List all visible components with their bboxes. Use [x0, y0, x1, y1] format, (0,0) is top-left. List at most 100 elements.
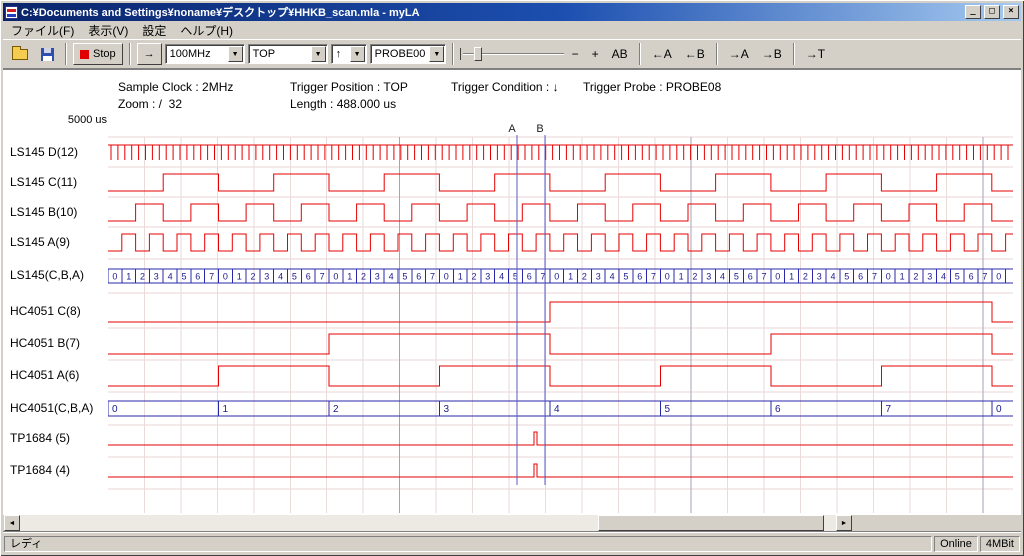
- svg-text:3: 3: [264, 271, 269, 281]
- channel-label-5: LS145(C,B,A): [10, 268, 84, 282]
- trigger-position-text: Trigger Position : TOP: [290, 80, 408, 94]
- trigger-edge-select[interactable]: ↑ ▼: [331, 44, 367, 64]
- trigger-position-select[interactable]: TOP ▼: [248, 44, 328, 64]
- zoom-slider[interactable]: [460, 44, 564, 64]
- chevron-down-icon[interactable]: ▼: [228, 46, 243, 62]
- save-button[interactable]: [36, 43, 59, 65]
- goto-marker-a-right-button[interactable]: →A: [724, 43, 754, 65]
- svg-text:1: 1: [126, 271, 131, 281]
- scroll-thumb[interactable]: [598, 515, 824, 531]
- channel-label-column: LS145 D(12)LS145 C(11)LS145 B(10)LS145 A…: [3, 70, 108, 515]
- probe-value: PROBE00: [371, 48, 430, 60]
- svg-text:1: 1: [458, 271, 463, 281]
- toolbar-separator: [793, 43, 795, 65]
- clock-rate-select[interactable]: 100MHz ▼: [165, 44, 245, 64]
- svg-text:5: 5: [665, 404, 671, 415]
- goto-trigger-button[interactable]: →T: [801, 43, 830, 65]
- svg-text:0: 0: [996, 404, 1002, 415]
- sample-clock-text: Sample Clock : 2MHz: [118, 80, 233, 94]
- svg-text:0: 0: [223, 271, 228, 281]
- trigger-edge-value: ↑: [332, 48, 350, 60]
- stop-button[interactable]: Stop: [73, 43, 123, 65]
- svg-text:5: 5: [844, 271, 849, 281]
- slider-end-tick: [460, 48, 461, 60]
- maximize-button[interactable]: □: [984, 5, 1000, 19]
- toolbar-separator: [716, 43, 718, 65]
- channel-label-6: HC4051 C(8): [10, 304, 81, 318]
- svg-text:0: 0: [333, 271, 338, 281]
- svg-text:6: 6: [969, 271, 974, 281]
- svg-text:6: 6: [416, 271, 421, 281]
- minimize-button[interactable]: _: [965, 5, 981, 19]
- svg-text:6: 6: [637, 271, 642, 281]
- channel-label-3: LS145 B(10): [10, 205, 77, 219]
- svg-text:1: 1: [568, 271, 573, 281]
- svg-text:6: 6: [748, 271, 753, 281]
- menu-file[interactable]: ファイル(F): [4, 21, 81, 40]
- svg-text:3: 3: [485, 271, 490, 281]
- svg-text:4: 4: [830, 271, 835, 281]
- channel-label-4: LS145 A(9): [10, 235, 70, 249]
- open-button[interactable]: [7, 43, 33, 65]
- svg-text:0: 0: [112, 271, 117, 281]
- waveform-pane: Sample Clock : 2MHz Trigger Position : T…: [3, 69, 1021, 515]
- horizontal-scrollbar[interactable]: ◄ ►: [4, 515, 852, 531]
- run-button[interactable]: →: [137, 43, 162, 65]
- svg-text:6: 6: [858, 271, 863, 281]
- menu-view[interactable]: 表示(V): [81, 21, 135, 40]
- scroll-right-button[interactable]: ►: [836, 515, 852, 531]
- svg-text:1: 1: [789, 271, 794, 281]
- stop-icon: [80, 50, 89, 59]
- scroll-left-button[interactable]: ◄: [4, 515, 20, 531]
- toolbar-separator: [65, 43, 67, 65]
- clock-rate-value: 100MHz: [166, 48, 228, 60]
- channel-label-8: HC4051 A(6): [10, 368, 79, 382]
- svg-text:5: 5: [623, 271, 628, 281]
- zoom-out-button[interactable]: −: [567, 43, 584, 65]
- toolbar-separator: [129, 43, 131, 65]
- menu-help[interactable]: ヘルプ(H): [173, 21, 240, 40]
- svg-text:0: 0: [775, 271, 780, 281]
- svg-text:2: 2: [803, 271, 808, 281]
- channel-label-10: TP1684 (5): [10, 431, 70, 445]
- menu-settings[interactable]: 設定: [135, 21, 173, 40]
- svg-text:2: 2: [582, 271, 587, 281]
- svg-text:2: 2: [361, 271, 366, 281]
- stop-label: Stop: [93, 48, 116, 60]
- svg-text:7: 7: [761, 271, 766, 281]
- probe-select[interactable]: PROBE00 ▼: [370, 44, 446, 64]
- svg-text:1: 1: [347, 271, 352, 281]
- slider-handle[interactable]: [474, 47, 482, 61]
- chevron-down-icon[interactable]: ▼: [350, 46, 365, 62]
- status-online-badge: Online: [934, 536, 978, 552]
- svg-text:3: 3: [375, 271, 380, 281]
- svg-text:2: 2: [913, 271, 918, 281]
- svg-text:2: 2: [250, 271, 255, 281]
- svg-text:7: 7: [430, 271, 435, 281]
- zoom-in-button[interactable]: +: [587, 43, 604, 65]
- goto-marker-b-right-button[interactable]: →B: [757, 43, 787, 65]
- toolbar-separator: [452, 43, 454, 65]
- chevron-down-icon[interactable]: ▼: [429, 46, 444, 62]
- chevron-down-icon[interactable]: ▼: [311, 46, 326, 62]
- ab-span-button[interactable]: AB: [607, 43, 633, 65]
- goto-marker-b-left-button[interactable]: ←B: [680, 43, 710, 65]
- trigger-probe-text: Trigger Probe : PROBE08: [583, 80, 721, 94]
- svg-text:1: 1: [679, 271, 684, 281]
- svg-text:6: 6: [306, 271, 311, 281]
- svg-text:3: 3: [444, 404, 450, 415]
- svg-text:5: 5: [292, 271, 297, 281]
- svg-text:0: 0: [112, 404, 118, 415]
- close-button[interactable]: ×: [1003, 5, 1019, 19]
- svg-text:3: 3: [927, 271, 932, 281]
- goto-marker-a-left-button[interactable]: ←A: [647, 43, 677, 65]
- toolbar: Stop → 100MHz ▼ TOP ▼ ↑ ▼ PROBE00 ▼ − + …: [3, 39, 1021, 69]
- channel-label-1: LS145 D(12): [10, 145, 78, 159]
- waveform-canvas[interactable]: 0123456701234567012345670123456701234567…: [108, 119, 1013, 515]
- svg-text:4: 4: [389, 271, 394, 281]
- menu-bar: ファイル(F) 表示(V) 設定 ヘルプ(H): [3, 21, 1021, 39]
- svg-text:0: 0: [996, 271, 1001, 281]
- zoom-text: Zoom : / 32: [118, 97, 182, 111]
- app-icon: [5, 6, 18, 19]
- status-bar: レディ Online 4MBit: [3, 531, 1021, 553]
